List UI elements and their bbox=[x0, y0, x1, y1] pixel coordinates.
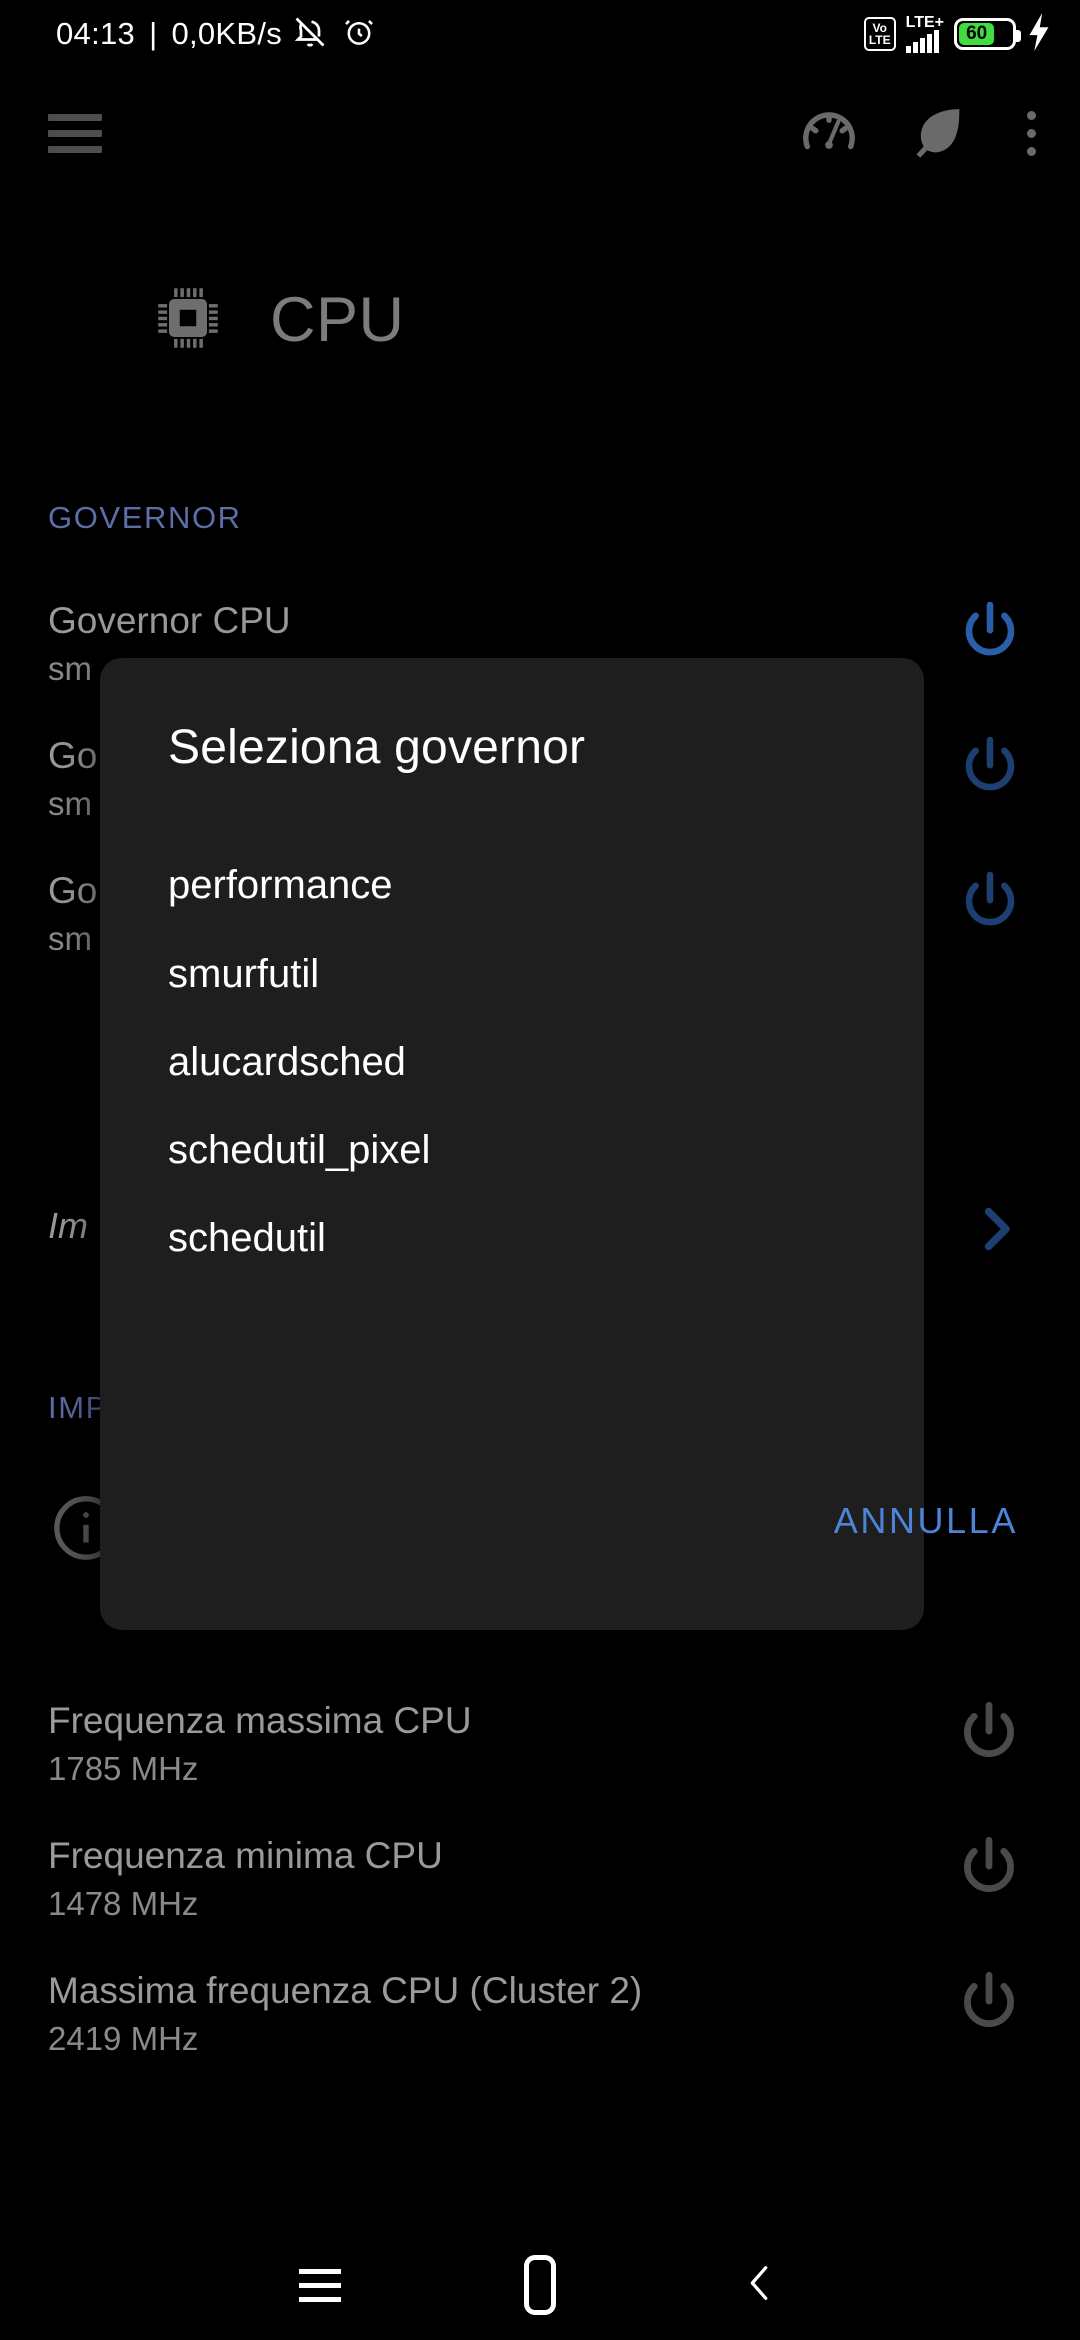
system-nav-bar bbox=[0, 2230, 1080, 2340]
recents-icon bbox=[299, 2269, 341, 2302]
home-button[interactable] bbox=[430, 2255, 650, 2315]
dialog-title: Seleziona governor bbox=[168, 720, 585, 775]
dialog-option-alucardsched[interactable]: alucardsched bbox=[168, 1040, 884, 1085]
dialog-cancel-button[interactable]: ANNULLA bbox=[834, 1500, 1018, 1542]
back-button[interactable] bbox=[650, 2253, 870, 2318]
chevron-left-icon bbox=[737, 2253, 783, 2318]
dialog-option-smurfutil[interactable]: smurfutil bbox=[168, 952, 884, 997]
governor-select-dialog: Seleziona governor performance smurfutil… bbox=[100, 658, 924, 1630]
home-icon bbox=[524, 2255, 556, 2315]
dialog-option-schedutil-pixel[interactable]: schedutil_pixel bbox=[168, 1128, 884, 1173]
dialog-option-performance[interactable]: performance bbox=[168, 863, 884, 908]
dialog-option-schedutil[interactable]: schedutil bbox=[168, 1216, 884, 1261]
phone-screen: 04:13 | 0,0KB/s Vo LTE bbox=[0, 0, 1080, 2340]
recents-button[interactable] bbox=[210, 2269, 430, 2302]
